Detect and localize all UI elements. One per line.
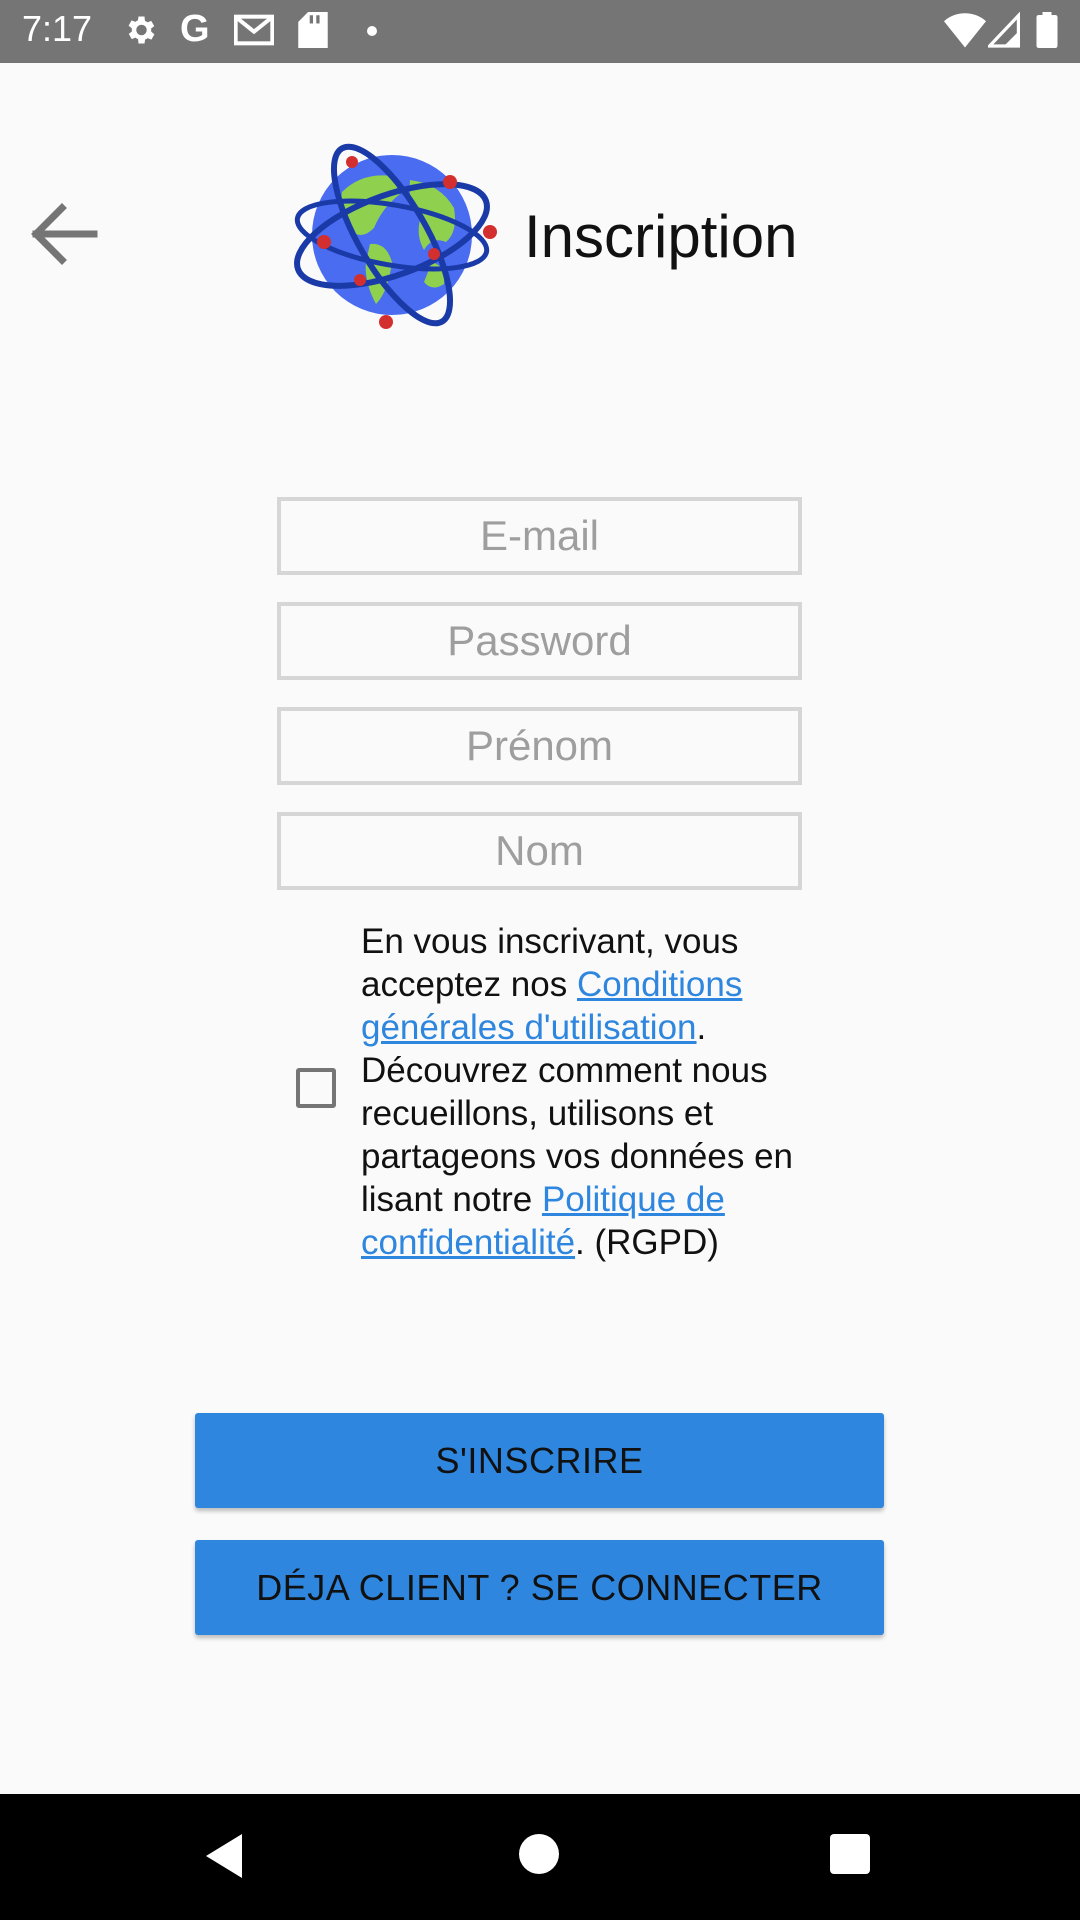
arrow-left-icon [31, 203, 98, 265]
lastname-input[interactable] [281, 815, 798, 887]
password-field[interactable] [277, 602, 802, 680]
email-input[interactable] [281, 500, 798, 572]
app-logo [282, 132, 502, 334]
consent-text: En vous inscrivant, vous acceptez nos Co… [361, 920, 831, 1264]
dot-icon [366, 24, 378, 42]
globe-network-icon [294, 143, 497, 329]
status-bar: 7:17 G [0, 0, 1080, 63]
google-icon: G [180, 8, 210, 50]
triangle-back-icon [206, 1834, 242, 1878]
status-time: 7:17 [22, 8, 93, 49]
signal-icon [985, 11, 1020, 53]
consent-checkbox[interactable] [296, 1068, 336, 1108]
back-button[interactable] [24, 192, 108, 276]
consent-text-part-3: . (RGPD) [575, 1223, 719, 1262]
sd-card-icon [298, 12, 328, 53]
login-button[interactable]: DÉJA CLIENT ? SE CONNECTER [195, 1540, 884, 1635]
nav-back-button[interactable] [204, 1832, 244, 1885]
gear-icon [122, 12, 158, 53]
nav-recents-button[interactable] [830, 1834, 870, 1874]
lastname-field[interactable] [277, 812, 802, 890]
battery-icon [1036, 12, 1058, 53]
navigation-bar [0, 1794, 1080, 1920]
firstname-field[interactable] [277, 707, 802, 785]
password-input[interactable] [281, 605, 798, 677]
email-field[interactable] [277, 497, 802, 575]
wifi-icon [944, 12, 986, 53]
signup-button[interactable]: S'INSCRIRE [195, 1413, 884, 1508]
page-title: Inscription [524, 203, 798, 270]
nav-home-button[interactable] [519, 1834, 559, 1874]
firstname-input[interactable] [281, 710, 798, 782]
gmail-icon [233, 12, 275, 53]
